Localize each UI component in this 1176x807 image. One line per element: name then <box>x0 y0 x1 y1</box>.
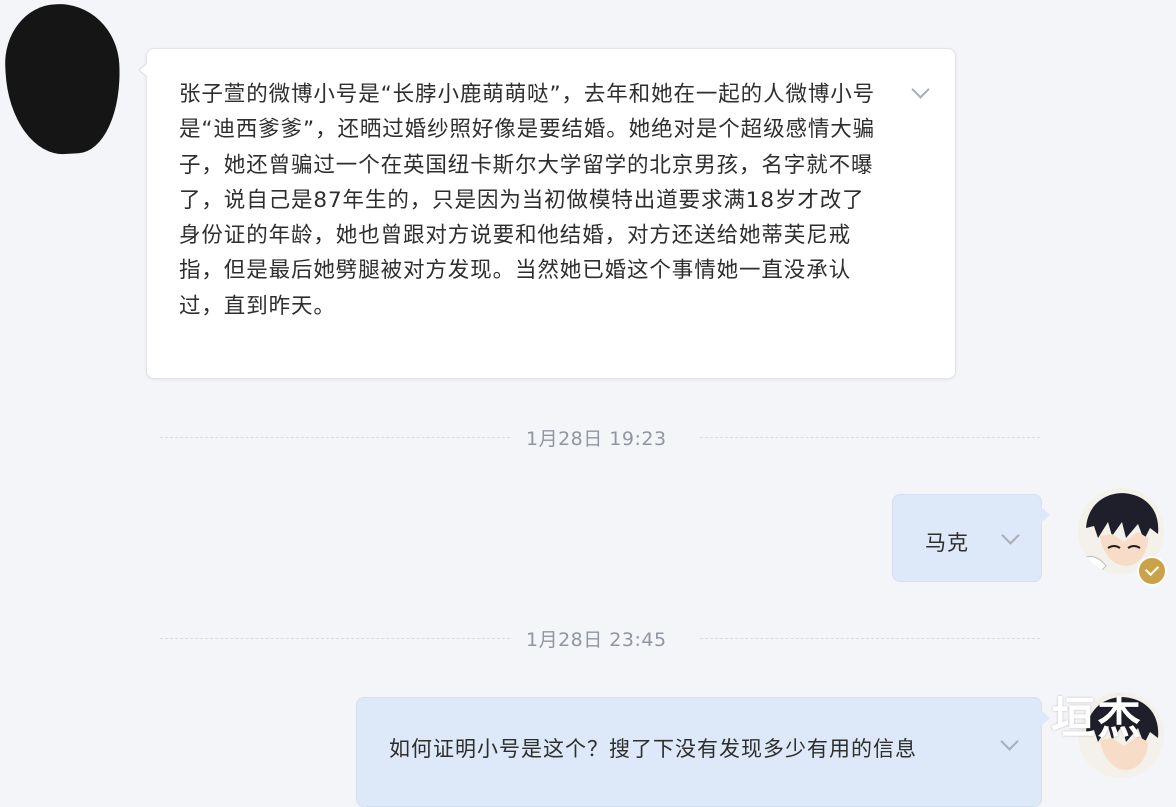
divider-right <box>700 638 1040 639</box>
divider-left <box>160 638 510 639</box>
divider-right <box>700 437 1040 438</box>
chevron-down-icon[interactable] <box>911 80 930 99</box>
timestamp: 1月28日 23:45 <box>526 629 667 651</box>
divider-left <box>160 437 510 438</box>
verified-badge-icon <box>1137 556 1167 586</box>
watermark: 垣杰 <box>1051 693 1143 744</box>
chevron-down-icon[interactable] <box>1000 732 1019 751</box>
timestamp: 1月28日 19:23 <box>526 428 667 450</box>
redacted-avatar <box>2 1 124 157</box>
chevron-down-icon[interactable] <box>1001 526 1020 545</box>
outgoing-message-text: 如何证明小号是这个？搜了下没有发现多少有用的信息 <box>389 737 917 761</box>
outgoing-message-text: 马克 <box>925 531 969 555</box>
outgoing-message-bubble[interactable]: 如何证明小号是这个？搜了下没有发现多少有用的信息 <box>356 697 1050 807</box>
outgoing-message-bubble[interactable]: 马克 <box>892 494 1050 582</box>
incoming-message-text: 张子萱的微博小号是“长脖小鹿萌萌哒”，去年和她在一起的人微博小号是“迪西爹爹”，… <box>179 82 876 319</box>
incoming-message-bubble[interactable]: 张子萱的微博小号是“长脖小鹿萌萌哒”，去年和她在一起的人微博小号是“迪西爹爹”，… <box>138 48 956 379</box>
